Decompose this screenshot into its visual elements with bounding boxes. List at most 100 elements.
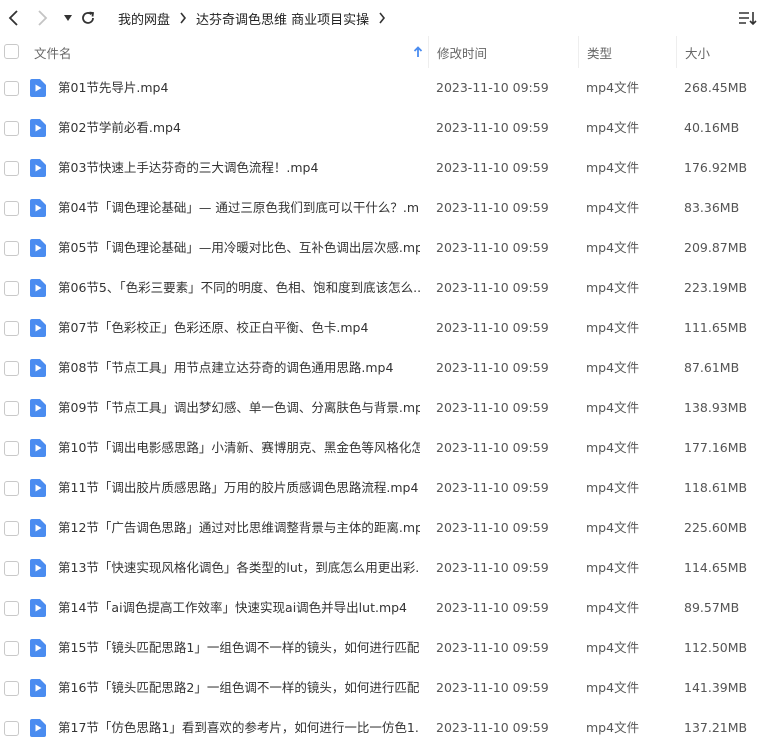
- file-list: 第01节先导片.mp4 2023-11-10 09:59 mp4文件 268.45MB…: [0, 68, 768, 748]
- file-type: mp4文件: [586, 160, 640, 175]
- file-size: 114.65MB: [684, 560, 748, 575]
- file-row[interactable]: 第06节5、「色彩三要素」不同的明度、色相、饱和度到底该怎么... 2023-11…: [0, 268, 768, 308]
- file-modified: 2023-11-10 09:59: [436, 120, 549, 135]
- row-checkbox[interactable]: [4, 441, 19, 456]
- file-row[interactable]: 第17节「仿色思路1」看到喜欢的参考片，如何进行一比一仿色1... 2023-11…: [0, 708, 768, 748]
- file-row[interactable]: 第01节先导片.mp4 2023-11-10 09:59 mp4文件 268.45MB: [0, 68, 768, 108]
- row-checkbox[interactable]: [4, 401, 19, 416]
- column-header-modified-label: 修改时间: [437, 45, 488, 61]
- row-checkbox[interactable]: [4, 201, 19, 216]
- column-header-name-label: 文件名: [34, 45, 72, 61]
- file-type: mp4文件: [586, 560, 640, 575]
- column-header-size[interactable]: 大小: [676, 36, 768, 68]
- file-row[interactable]: 第04节「调色理论基础」— 通过三原色我们到底可以干什么？.mp4 2023-11…: [0, 188, 768, 228]
- file-row[interactable]: 第11节「调出胶片质感思路」万用的胶片质感调色思路流程.mp4 2023-11-1…: [0, 468, 768, 508]
- video-file-icon: [30, 159, 46, 177]
- row-checkbox[interactable]: [4, 161, 19, 176]
- row-checkbox[interactable]: [4, 321, 19, 336]
- video-file-icon: [30, 639, 46, 657]
- file-row[interactable]: 第09节「节点工具」调出梦幻感、单一色调、分离肤色与背景.mp4 2023-11-…: [0, 388, 768, 428]
- file-name[interactable]: 第08节「节点工具」用节点建立达芬奇的调色通用思路.mp4: [58, 348, 420, 388]
- file-size: 138.93MB: [684, 400, 748, 415]
- file-name[interactable]: 第03节快速上手达芬奇的三大调色流程！.mp4: [58, 148, 420, 188]
- row-checkbox[interactable]: [4, 601, 19, 616]
- file-row[interactable]: 第15节「镜头匹配思路1」一组色调不一样的镜头，如何进行匹配... 2023-11…: [0, 628, 768, 668]
- video-file-icon: [30, 199, 46, 217]
- file-name[interactable]: 第10节「调出电影感思路」小清新、赛博朋克、黑金色等风格化怎...: [58, 428, 420, 468]
- file-name[interactable]: 第13节「快速实现风格化调色」各类型的lut，到底怎么用更出彩...: [58, 548, 420, 588]
- file-name[interactable]: 第14节「ai调色提高工作效率」快速实现ai调色并导出lut.mp4: [58, 588, 420, 628]
- column-header-type-label: 类型: [587, 45, 613, 61]
- row-checkbox[interactable]: [4, 521, 19, 536]
- row-checkbox[interactable]: [4, 681, 19, 696]
- file-size: 268.45MB: [684, 80, 748, 95]
- row-checkbox[interactable]: [4, 81, 19, 96]
- file-row[interactable]: 第08节「节点工具」用节点建立达芬奇的调色通用思路.mp4 2023-11-10 …: [0, 348, 768, 388]
- file-row[interactable]: 第13节「快速实现风格化调色」各类型的lut，到底怎么用更出彩... 2023-1…: [0, 548, 768, 588]
- column-header-size-label: 大小: [685, 45, 711, 61]
- sort-order-icon[interactable]: [738, 9, 758, 27]
- file-name[interactable]: 第02节学前必看.mp4: [58, 108, 420, 148]
- video-file-icon: [30, 479, 46, 497]
- video-file-icon: [30, 279, 46, 297]
- video-file-icon: [30, 519, 46, 537]
- video-file-icon: [30, 239, 46, 257]
- file-row[interactable]: 第16节「镜头匹配思路2」一组色调不一样的镜头，如何进行匹配... 2023-11…: [0, 668, 768, 708]
- file-name[interactable]: 第11节「调出胶片质感思路」万用的胶片质感调色思路流程.mp4: [58, 468, 420, 508]
- file-row[interactable]: 第12节「广告调色思路」通过对比思维调整背景与主体的距离.mp4 2023-11-…: [0, 508, 768, 548]
- file-row[interactable]: 第14节「ai调色提高工作效率」快速实现ai调色并导出lut.mp4 2023-1…: [0, 588, 768, 628]
- column-header-modified[interactable]: 修改时间: [428, 36, 578, 68]
- file-modified: 2023-11-10 09:59: [436, 200, 549, 215]
- column-header-row: 文件名 修改时间 类型 大小: [0, 36, 768, 68]
- breadcrumb: 我的网盘 达芬奇调色思维 商业项目实操: [110, 0, 387, 36]
- forward-arrow-icon[interactable]: [32, 8, 52, 28]
- column-header-type[interactable]: 类型: [578, 36, 676, 68]
- file-row[interactable]: 第05节「调色理论基础」—用冷暖对比色、互补色调出层次感.mp4 2023-11-…: [0, 228, 768, 268]
- select-all-checkbox[interactable]: [4, 44, 19, 59]
- row-checkbox[interactable]: [4, 121, 19, 136]
- breadcrumb-item-folder[interactable]: 达芬奇调色思维 商业项目实操: [188, 9, 377, 28]
- file-modified: 2023-11-10 09:59: [436, 440, 549, 455]
- file-name[interactable]: 第15节「镜头匹配思路1」一组色调不一样的镜头，如何进行匹配...: [58, 628, 420, 668]
- file-row[interactable]: 第02节学前必看.mp4 2023-11-10 09:59 mp4文件 40.16MB: [0, 108, 768, 148]
- history-dropdown-icon[interactable]: [58, 8, 78, 28]
- file-name[interactable]: 第12节「广告调色思路」通过对比思维调整背景与主体的距离.mp4: [58, 508, 420, 548]
- row-checkbox[interactable]: [4, 241, 19, 256]
- file-name[interactable]: 第17节「仿色思路1」看到喜欢的参考片，如何进行一比一仿色1...: [58, 708, 420, 748]
- file-modified: 2023-11-10 09:59: [436, 520, 549, 535]
- video-file-icon: [30, 679, 46, 697]
- file-name[interactable]: 第04节「调色理论基础」— 通过三原色我们到底可以干什么？.mp4: [58, 188, 420, 228]
- row-checkbox[interactable]: [4, 561, 19, 576]
- row-checkbox[interactable]: [4, 361, 19, 376]
- file-modified: 2023-11-10 09:59: [436, 360, 549, 375]
- file-type: mp4文件: [586, 320, 640, 335]
- file-size: 137.21MB: [684, 720, 748, 735]
- video-file-icon: [30, 599, 46, 617]
- file-type: mp4文件: [586, 360, 640, 375]
- file-type: mp4文件: [586, 240, 640, 255]
- chevron-right-icon[interactable]: [377, 12, 387, 24]
- toolbar: 我的网盘 达芬奇调色思维 商业项目实操: [0, 0, 768, 36]
- refresh-icon[interactable]: [78, 8, 98, 28]
- breadcrumb-item-root[interactable]: 我的网盘: [110, 9, 178, 28]
- row-checkbox[interactable]: [4, 641, 19, 656]
- row-checkbox[interactable]: [4, 481, 19, 496]
- file-row[interactable]: 第10节「调出电影感思路」小清新、赛博朋克、黑金色等风格化怎... 2023-11…: [0, 428, 768, 468]
- back-arrow-icon[interactable]: [4, 8, 24, 28]
- file-name[interactable]: 第16节「镜头匹配思路2」一组色调不一样的镜头，如何进行匹配...: [58, 668, 420, 708]
- file-modified: 2023-11-10 09:59: [436, 720, 549, 735]
- row-checkbox[interactable]: [4, 281, 19, 296]
- sort-ascending-icon: [412, 45, 424, 59]
- file-size: 87.61MB: [684, 360, 740, 375]
- file-row[interactable]: 第03节快速上手达芬奇的三大调色流程！.mp4 2023-11-10 09:59 m…: [0, 148, 768, 188]
- file-modified: 2023-11-10 09:59: [436, 240, 549, 255]
- file-name[interactable]: 第07节「色彩校正」色彩还原、校正白平衡、色卡.mp4: [58, 308, 420, 348]
- file-size: 176.92MB: [684, 160, 748, 175]
- file-name[interactable]: 第01节先导片.mp4: [58, 68, 420, 108]
- file-name[interactable]: 第05节「调色理论基础」—用冷暖对比色、互补色调出层次感.mp4: [58, 228, 420, 268]
- column-header-name[interactable]: 文件名: [30, 36, 428, 68]
- file-name[interactable]: 第06节5、「色彩三要素」不同的明度、色相、饱和度到底该怎么...: [58, 268, 420, 308]
- file-name[interactable]: 第09节「节点工具」调出梦幻感、单一色调、分离肤色与背景.mp4: [58, 388, 420, 428]
- file-row[interactable]: 第07节「色彩校正」色彩还原、校正白平衡、色卡.mp4 2023-11-10 09…: [0, 308, 768, 348]
- row-checkbox[interactable]: [4, 721, 19, 736]
